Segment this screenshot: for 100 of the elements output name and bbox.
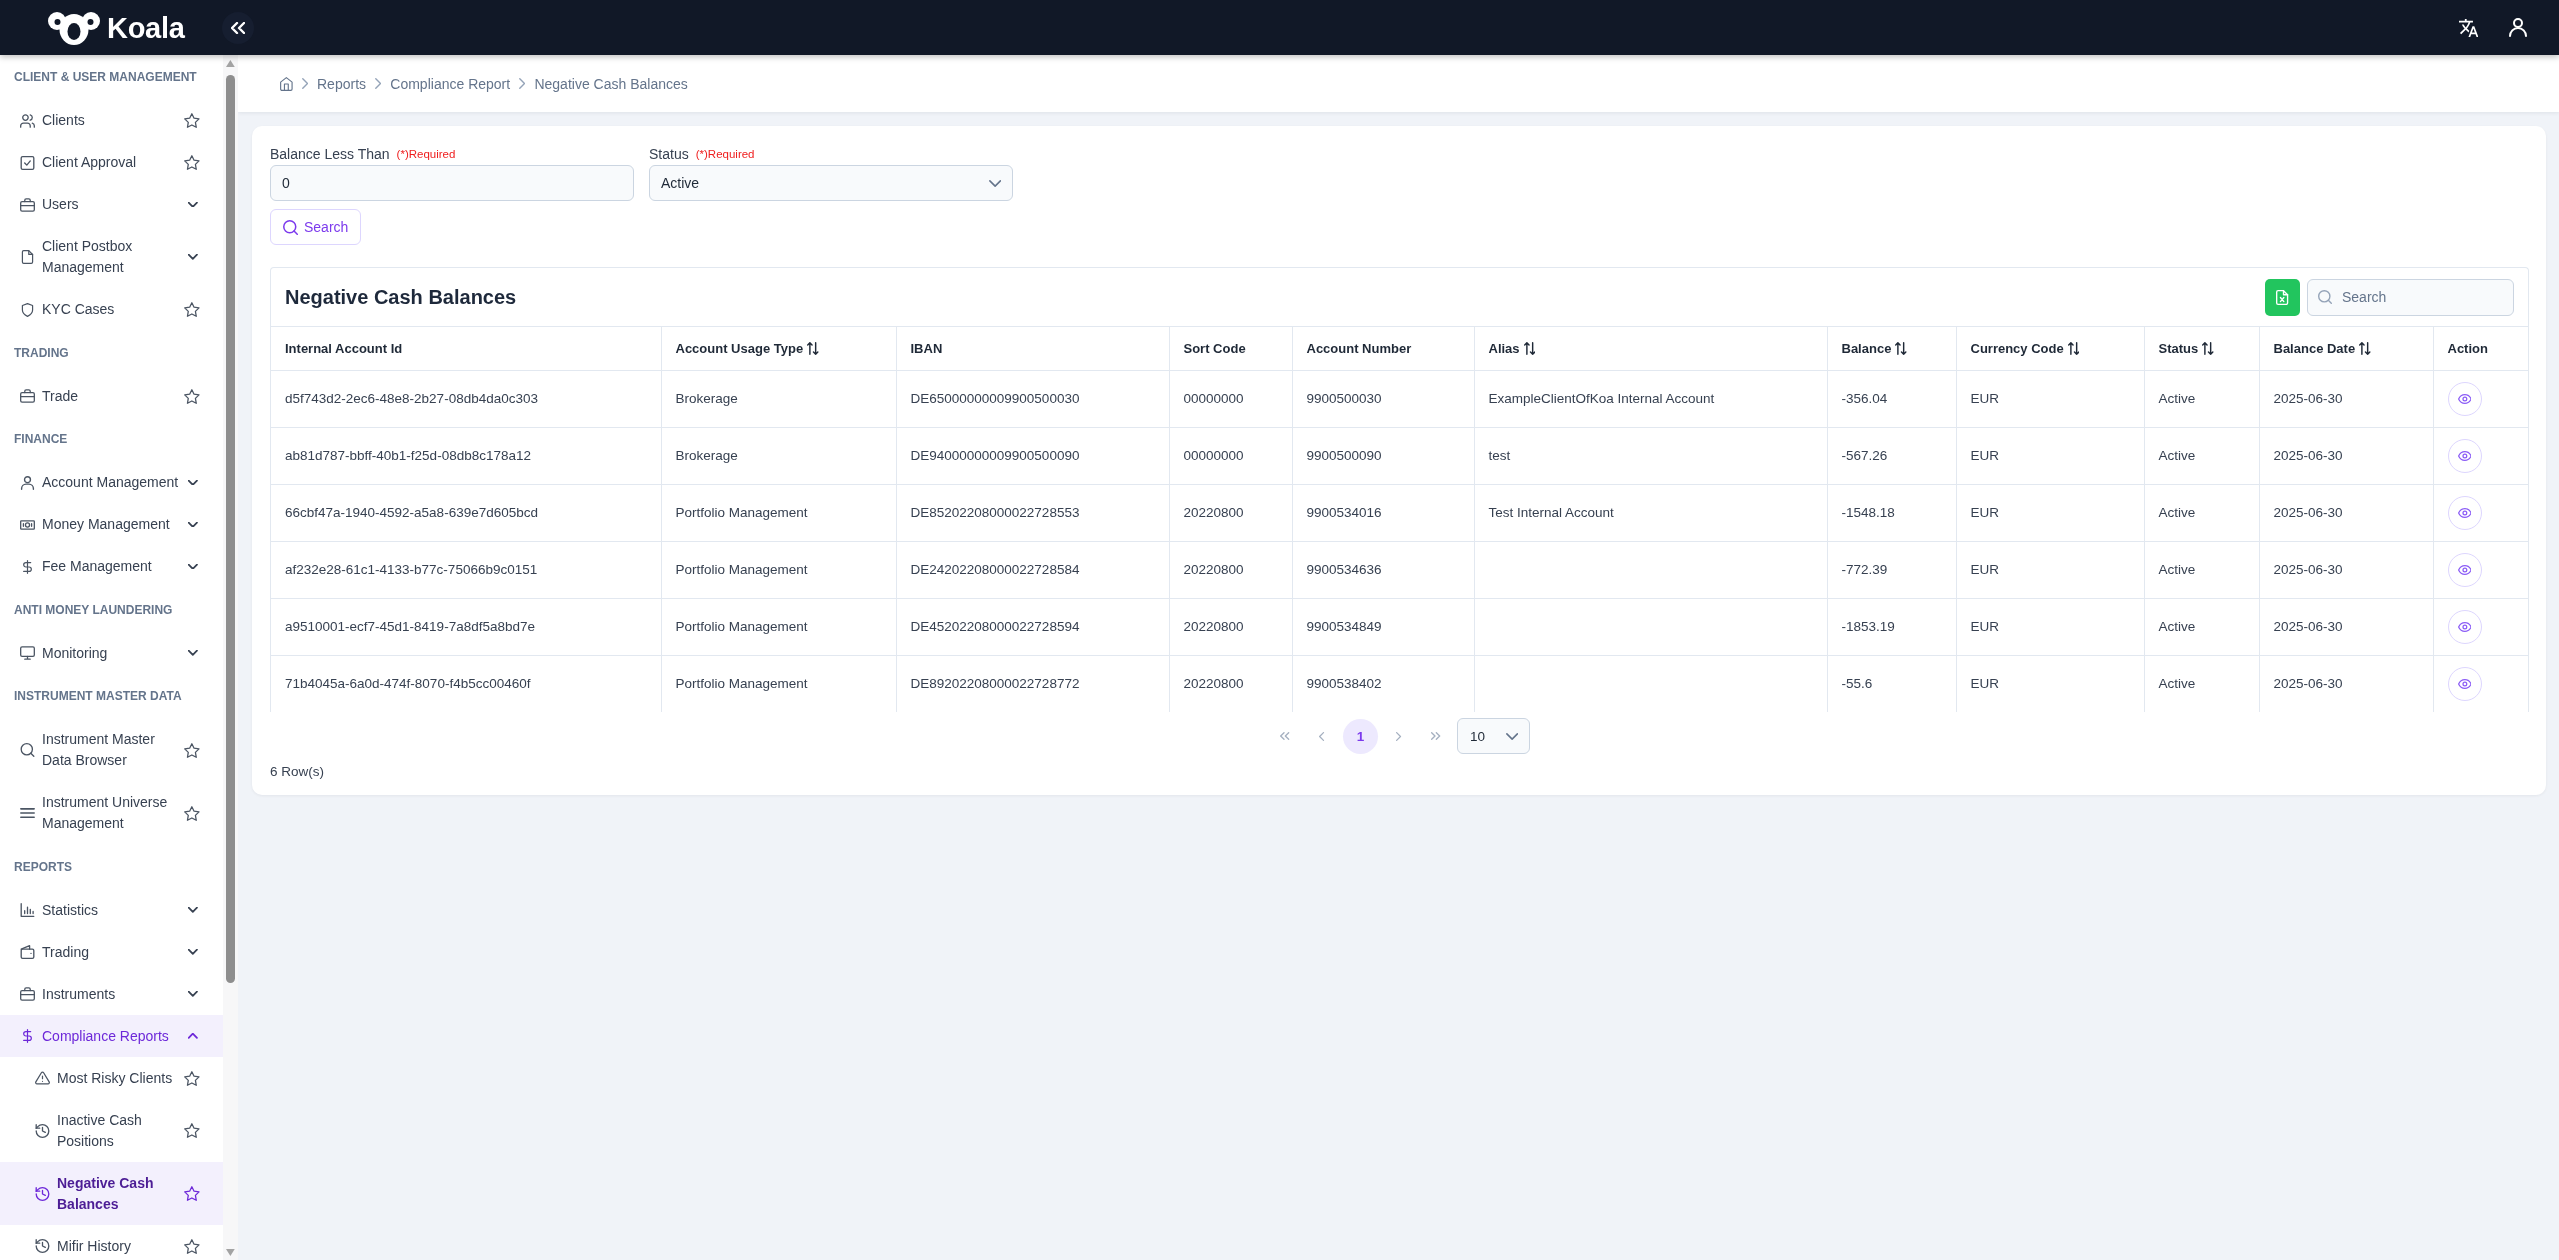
view-button[interactable] bbox=[2447, 609, 2482, 644]
star-icon[interactable] bbox=[184, 155, 200, 170]
menu-icon bbox=[20, 806, 35, 820]
star-icon[interactable] bbox=[184, 1070, 200, 1086]
column-header[interactable]: Currency Code bbox=[1956, 327, 2144, 370]
table-cell: Portfolio Management bbox=[661, 541, 896, 598]
star-icon[interactable] bbox=[184, 1186, 200, 1201]
sidebar-link[interactable]: Instrument Universe Management bbox=[0, 781, 223, 845]
star-icon[interactable] bbox=[184, 805, 200, 821]
table-cell: ExampleClientOfKoa Internal Account bbox=[1474, 370, 1827, 427]
monitor-icon bbox=[20, 646, 35, 660]
language-button[interactable] bbox=[2458, 18, 2478, 37]
star-icon[interactable] bbox=[184, 388, 200, 404]
table-cell: EUR bbox=[1956, 655, 2144, 712]
sidebar-group[interactable]: Compliance Reports bbox=[0, 1015, 223, 1057]
table-cell: DE45202208000022728594 bbox=[896, 598, 1169, 655]
status-select[interactable]: Active bbox=[649, 165, 1013, 201]
sort-arrows-icon[interactable] bbox=[1523, 341, 1536, 355]
briefcase-icon bbox=[20, 389, 35, 403]
search-icon bbox=[20, 743, 35, 757]
table-cell: 20220800 bbox=[1169, 541, 1292, 598]
scrollbar-thumb[interactable] bbox=[226, 75, 235, 983]
sidebar-link[interactable]: Client Approval bbox=[0, 141, 223, 184]
double-chevron-left-icon bbox=[231, 21, 245, 34]
sidebar-link[interactable]: Mifir History bbox=[0, 1225, 223, 1260]
table-cell: Active bbox=[2144, 427, 2259, 484]
view-button[interactable] bbox=[2447, 381, 2482, 416]
breadcrumb-link[interactable]: Reports bbox=[317, 75, 367, 92]
breadcrumb-link[interactable]: Compliance Report bbox=[390, 75, 511, 92]
eye-icon bbox=[2457, 678, 2472, 689]
table-cell: 9900534636 bbox=[1292, 541, 1474, 598]
star-icon[interactable] bbox=[184, 302, 200, 317]
sort-arrows-icon[interactable] bbox=[807, 341, 819, 355]
eye-icon bbox=[2457, 450, 2472, 461]
column-header[interactable]: Status bbox=[2144, 327, 2259, 370]
column-header[interactable]: Balance bbox=[1827, 327, 1956, 370]
table-cell: 2025-06-30 bbox=[2259, 598, 2433, 655]
section-heading: FINANCE bbox=[13, 431, 69, 448]
table-cell: 9900538402 bbox=[1292, 655, 1474, 712]
chevron-down-icon bbox=[188, 991, 198, 997]
sidebar-link[interactable]: Most Risky Clients bbox=[0, 1057, 223, 1099]
sort-arrows-icon[interactable] bbox=[2202, 341, 2214, 355]
table-cell: 2025-06-30 bbox=[2259, 427, 2433, 484]
eye-icon bbox=[2457, 507, 2472, 518]
sidebar-group[interactable]: Trading bbox=[0, 931, 223, 973]
table-cell: Brokerage bbox=[661, 370, 896, 427]
table-search-field[interactable]: Search bbox=[2307, 278, 2514, 316]
view-button[interactable] bbox=[2447, 438, 2482, 473]
sidebar-group[interactable]: Instruments bbox=[0, 973, 223, 1015]
star-icon[interactable] bbox=[184, 742, 200, 758]
sort-arrows-icon[interactable] bbox=[2067, 341, 2080, 355]
check-square-icon bbox=[20, 155, 35, 170]
sidebar-group[interactable]: Account Management bbox=[0, 461, 223, 504]
star-icon[interactable] bbox=[184, 1238, 200, 1254]
sidebar-link[interactable]: KYC Cases bbox=[0, 288, 223, 331]
sidebar-link[interactable]: Trade bbox=[0, 375, 223, 417]
table-cell: -772.39 bbox=[1827, 541, 1956, 598]
view-button[interactable] bbox=[2447, 495, 2482, 530]
table-cell: EUR bbox=[1956, 541, 2144, 598]
star-icon[interactable] bbox=[184, 113, 200, 128]
sidebar-link[interactable]: Clients bbox=[0, 99, 223, 142]
dollar-icon bbox=[20, 1029, 35, 1043]
table-cell: EUR bbox=[1956, 598, 2144, 655]
chevron-down-icon bbox=[188, 949, 198, 955]
balance-input[interactable]: 0 bbox=[270, 165, 634, 201]
sidebar-group[interactable]: Money Management bbox=[0, 503, 223, 546]
sidebar-group[interactable]: Users bbox=[0, 183, 223, 226]
sidebar-link[interactable]: Instrument Master Data Browser bbox=[0, 718, 223, 782]
sidebar-group[interactable]: Monitoring bbox=[0, 632, 223, 674]
view-button[interactable] bbox=[2447, 666, 2482, 701]
sort-arrows-icon[interactable] bbox=[1895, 341, 1907, 355]
column-header[interactable]: Balance Date bbox=[2259, 327, 2433, 370]
page-button[interactable]: 1 bbox=[1343, 718, 1378, 754]
required-note: (*)Required bbox=[396, 148, 456, 160]
column-header[interactable]: Alias bbox=[1474, 327, 1827, 370]
sort-arrows-icon[interactable] bbox=[2359, 341, 2371, 355]
required-note: (*)Required bbox=[695, 148, 755, 160]
star-icon[interactable] bbox=[184, 1123, 200, 1138]
sidebar-link[interactable]: Negative Cash Balances bbox=[0, 1162, 223, 1225]
sidebar-group[interactable]: Fee Management bbox=[0, 545, 223, 588]
table-cell: 20220800 bbox=[1169, 598, 1292, 655]
table-cell: 71b4045a-6a0d-474f-8070-f4b5cc00460f bbox=[271, 655, 661, 712]
field-label: Status bbox=[649, 146, 689, 162]
column-header[interactable]: Account Usage Type bbox=[661, 327, 896, 370]
page-size-select[interactable]: 10 bbox=[1457, 718, 1530, 754]
view-button[interactable] bbox=[2447, 552, 2482, 587]
chevron-down-icon bbox=[188, 201, 198, 208]
search-button[interactable]: Search bbox=[270, 209, 362, 245]
sidebar-group[interactable]: Client Postbox Management bbox=[0, 225, 223, 289]
chevron-down-icon bbox=[188, 479, 198, 486]
table-cell: Portfolio Management bbox=[661, 484, 896, 541]
sidebar-link[interactable]: Inactive Cash Positions bbox=[0, 1099, 223, 1162]
collapse-button[interactable] bbox=[222, 11, 254, 44]
chevron-down-icon bbox=[988, 179, 1001, 187]
table-cell: Active bbox=[2144, 541, 2259, 598]
chevron-right-icon bbox=[301, 78, 308, 89]
table-cell: -567.26 bbox=[1827, 427, 1956, 484]
sidebar-group[interactable]: Statistics bbox=[0, 889, 223, 931]
user-menu-button[interactable] bbox=[2509, 18, 2527, 37]
home-icon[interactable] bbox=[280, 76, 293, 91]
